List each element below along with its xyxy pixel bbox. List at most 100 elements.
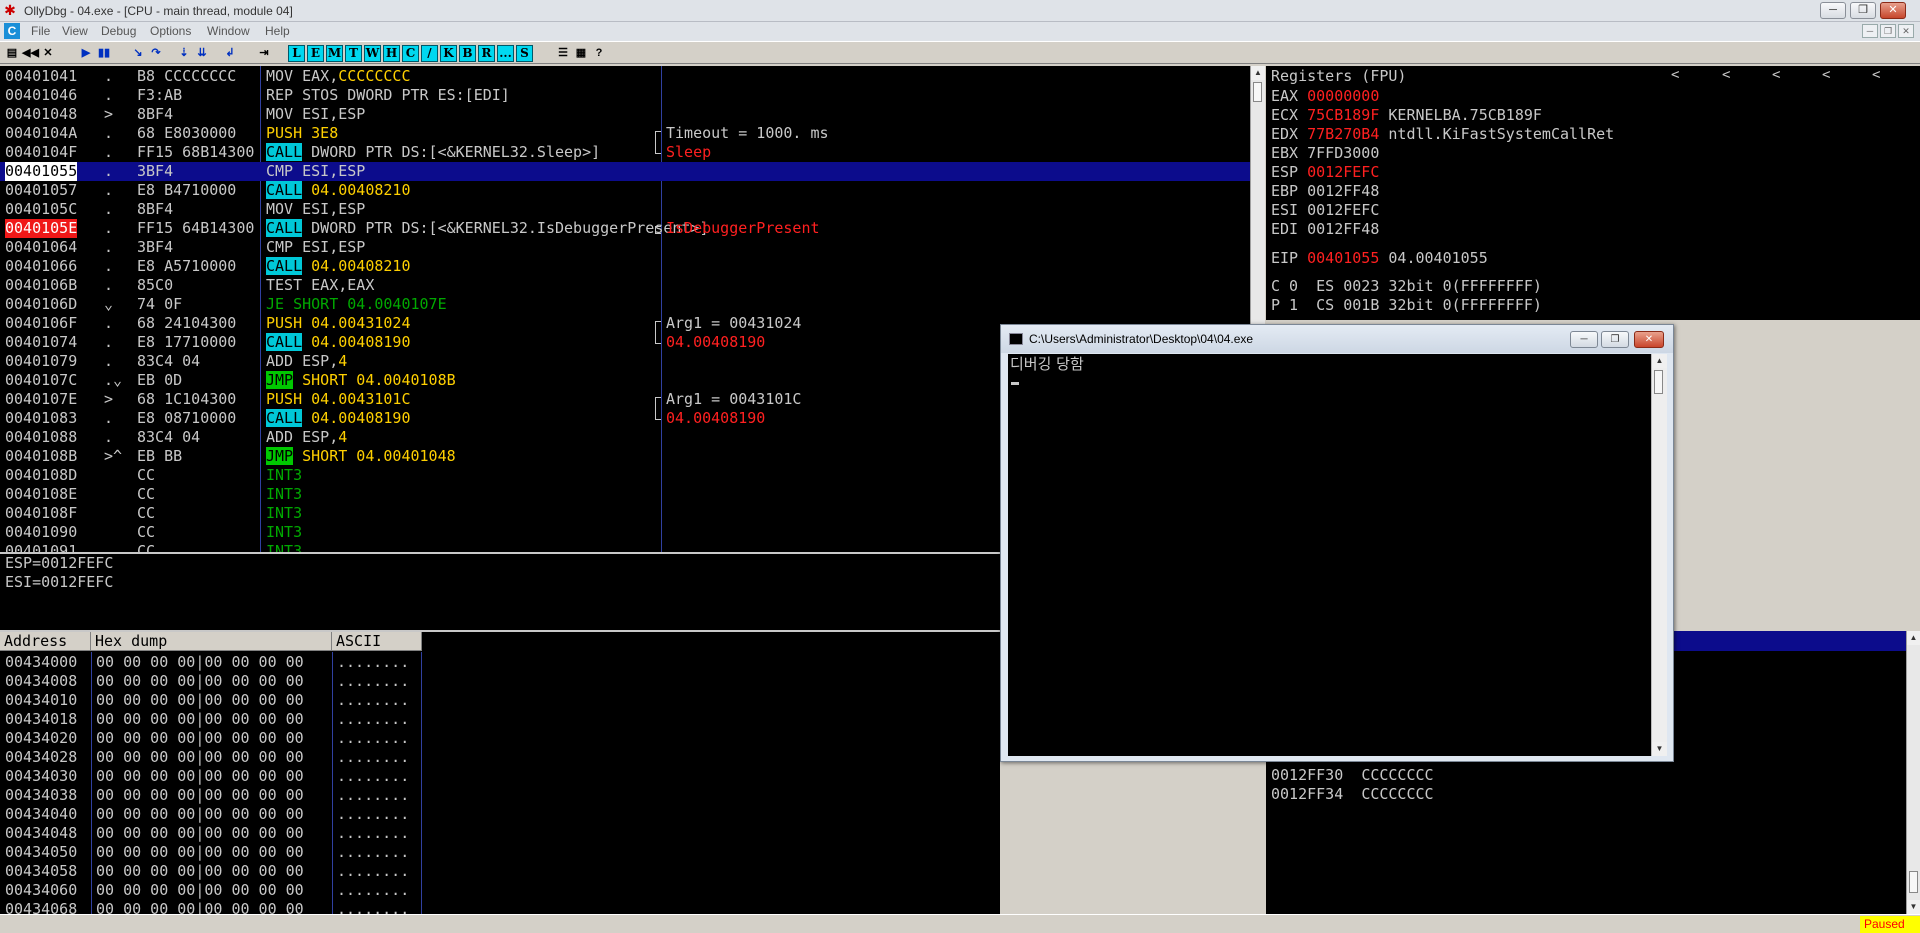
register-view-arrow[interactable]: < (1722, 67, 1730, 83)
cpu-window-button[interactable]: C (402, 45, 419, 62)
dump-header-address[interactable]: Address (0, 632, 91, 651)
disasm-row[interactable]: 00401057. E8 B4710000 CALL 04.00408210 (0, 181, 1250, 200)
dump-hex[interactable]: 00 00 00 00|00 00 00 00 (96, 881, 304, 900)
dump-address[interactable]: 00434030 (5, 767, 77, 786)
register-row[interactable]: EDX 77B270B4 ntdll.KiFastSystemCallRet (1271, 125, 1614, 144)
menu-file[interactable]: File (31, 24, 50, 39)
disasm-address[interactable]: 0040106D (5, 295, 77, 314)
restart-icon[interactable]: ◀◀ (22, 45, 39, 61)
dump-ascii[interactable]: ........ (337, 653, 409, 672)
register-view-arrow[interactable]: < (1822, 67, 1830, 83)
disasm-address[interactable]: 00401083 (5, 409, 77, 428)
open-icon[interactable]: ▤ (4, 45, 20, 61)
dump-address[interactable]: 00434058 (5, 862, 77, 881)
disasm-address[interactable]: 0040108E (5, 485, 77, 504)
dump-ascii[interactable]: ........ (337, 710, 409, 729)
scroll-down-icon[interactable]: ▼ (1652, 742, 1667, 756)
disasm-address[interactable]: 0040108B (5, 447, 77, 466)
register-row[interactable]: EAX 00000000 (1271, 87, 1379, 106)
mdi-close-button[interactable]: ✕ (1898, 24, 1914, 38)
disasm-address[interactable]: 00401055 (5, 162, 78, 181)
threads-window-button[interactable]: T (345, 45, 362, 62)
disasm-address[interactable]: 0040107C (5, 371, 77, 390)
disasm-row[interactable]: 00401066. E8 A5710000 CALL 04.00408210 (0, 257, 1250, 276)
flag-row[interactable]: P 1 CS 001B 32bit 0(FFFFFFFF) (1271, 296, 1542, 315)
dump-ascii[interactable]: ........ (337, 900, 409, 914)
step-into-icon[interactable]: ↘ (130, 45, 146, 61)
dump-hex[interactable]: 00 00 00 00|00 00 00 00 (96, 691, 304, 710)
options-icon[interactable]: ☰ (555, 45, 571, 61)
handles-window-button[interactable]: H (383, 45, 400, 62)
dump-address[interactable]: 00434008 (5, 672, 77, 691)
windows-window-button[interactable]: W (364, 45, 381, 62)
cpu-window-icon[interactable]: C (4, 23, 20, 39)
stack-scrollbar[interactable]: ▲ ▼ (1906, 631, 1920, 914)
register-row[interactable]: EDI 0012FF48 (1271, 220, 1379, 239)
register-value[interactable]: 7FFD3000 (1307, 144, 1379, 162)
scroll-thumb[interactable] (1253, 82, 1262, 102)
disasm-address[interactable]: 0040107E (5, 390, 77, 409)
console-window[interactable]: C:\Users\Administrator\Desktop\04\04.exe… (1000, 324, 1674, 762)
dump-ascii[interactable]: ........ (337, 748, 409, 767)
register-view-arrow[interactable]: < (1872, 67, 1880, 83)
source-window-button[interactable]: S (516, 45, 533, 62)
dump-address[interactable]: 00434068 (5, 900, 77, 914)
trace-over-icon[interactable]: ⇊ (194, 45, 210, 61)
appearance-icon[interactable]: ▦ (573, 45, 589, 61)
help-icon[interactable]: ? (591, 45, 607, 61)
disasm-address[interactable]: 00401046 (5, 86, 77, 105)
dump-ascii[interactable]: ........ (337, 881, 409, 900)
dump-address[interactable]: 00434000 (5, 653, 77, 672)
goto-icon[interactable]: ⇥ (256, 45, 272, 61)
register-value[interactable]: 0012FEFC (1307, 163, 1379, 181)
disasm-address[interactable]: 0040104F (5, 143, 77, 162)
dump-ascii[interactable]: ........ (337, 824, 409, 843)
register-row-eip[interactable]: EIP 00401055 04.00401055 (1271, 249, 1488, 268)
disasm-address[interactable]: 0040106B (5, 276, 77, 295)
disasm-row[interactable]: 00401048 >8BF4 MOV ESI,ESP (0, 105, 1250, 124)
dump-address[interactable]: 00434010 (5, 691, 77, 710)
register-value[interactable]: 00401055 (1307, 249, 1379, 267)
disasm-address[interactable]: 00401091 (5, 542, 77, 552)
dump-hex[interactable]: 00 00 00 00|00 00 00 00 (96, 672, 304, 691)
dump-address[interactable]: 00434018 (5, 710, 77, 729)
disasm-row[interactable]: 0040104F. FF15 68B14300 CALL DWORD PTR DS:… (0, 143, 1250, 162)
callstack-window-button[interactable]: K (440, 45, 457, 62)
dump-hex[interactable]: 00 00 00 00|00 00 00 00 (96, 805, 304, 824)
dump-hex[interactable]: 00 00 00 00|00 00 00 00 (96, 862, 304, 881)
dump-hex[interactable]: 00 00 00 00|00 00 00 00 (96, 710, 304, 729)
menu-window[interactable]: Window (207, 24, 250, 39)
close-program-icon[interactable]: ✕ (40, 45, 56, 61)
scroll-up-icon[interactable]: ▲ (1907, 631, 1920, 645)
register-value[interactable]: 77B270B4 (1307, 125, 1379, 143)
trace-into-icon[interactable]: ⇣ (176, 45, 192, 61)
disasm-address[interactable]: 00401088 (5, 428, 77, 447)
register-view-arrow[interactable]: < (1772, 67, 1780, 83)
register-view-arrow[interactable]: < (1671, 67, 1679, 83)
dump-address[interactable]: 00434040 (5, 805, 77, 824)
dump-hex[interactable]: 00 00 00 00|00 00 00 00 (96, 729, 304, 748)
console-output-area[interactable]: 디버깅 당함 (1008, 354, 1651, 756)
dump-header-ascii[interactable]: ASCII (332, 632, 422, 651)
close-button[interactable]: ✕ (1880, 2, 1906, 19)
run-icon[interactable]: ▶ (78, 45, 94, 61)
disasm-address[interactable]: 0040105E (5, 219, 78, 238)
register-row[interactable]: ESI 0012FEFC (1271, 201, 1379, 220)
log-window-button[interactable]: L (288, 45, 305, 62)
disasm-address[interactable]: 00401079 (5, 352, 77, 371)
disasm-address[interactable]: 0040105C (5, 200, 77, 219)
dump-ascii[interactable]: ........ (337, 786, 409, 805)
maximize-button[interactable]: ❐ (1850, 2, 1876, 19)
dump-hex[interactable]: 00 00 00 00|00 00 00 00 (96, 767, 304, 786)
scroll-down-icon[interactable]: ▼ (1907, 900, 1920, 914)
mdi-minimize-button[interactable]: ─ (1862, 24, 1878, 38)
scroll-thumb[interactable] (1654, 370, 1663, 394)
dump-hex[interactable]: 00 00 00 00|00 00 00 00 (96, 900, 304, 914)
register-row[interactable]: EBX 7FFD3000 (1271, 144, 1379, 163)
scroll-up-icon[interactable]: ▲ (1652, 354, 1667, 368)
run-trace-window-button[interactable]: ... (497, 45, 514, 62)
register-row[interactable]: EBP 0012FF48 (1271, 182, 1379, 201)
register-value[interactable]: 00000000 (1307, 87, 1379, 105)
menu-help[interactable]: Help (265, 24, 290, 39)
scroll-thumb[interactable] (1909, 871, 1918, 893)
